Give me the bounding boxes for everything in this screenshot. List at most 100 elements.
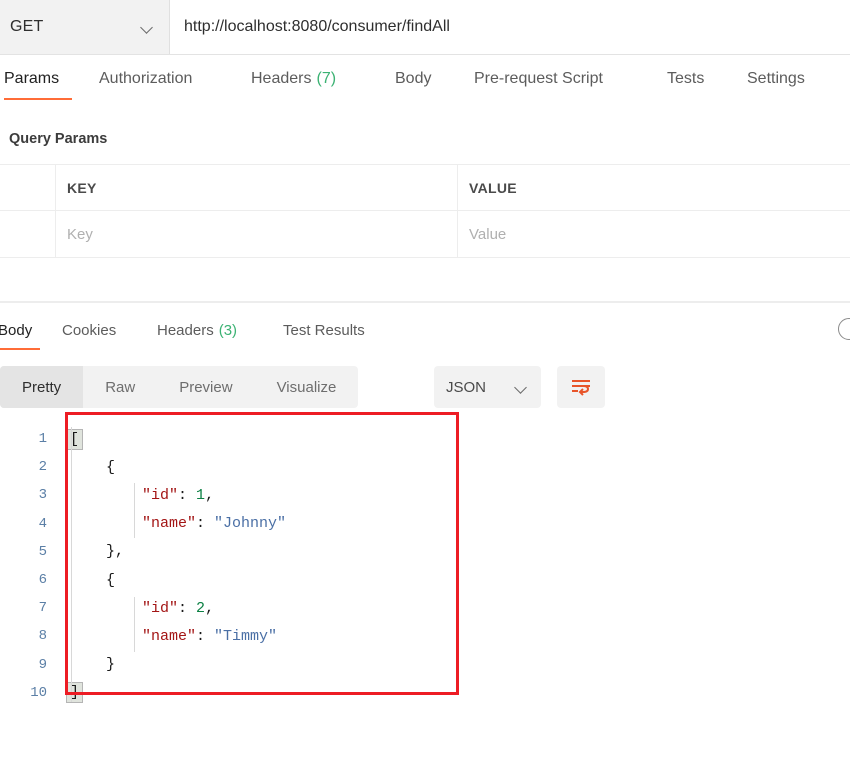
code-line-row: 7 "id": 2, — [0, 594, 850, 622]
wrap-text-icon — [572, 380, 590, 396]
fold-rail — [134, 597, 135, 652]
request-tab-pre-request-script[interactable]: Pre-request Script — [474, 55, 631, 103]
code-line-content: } — [52, 656, 115, 673]
response-tab-bar: Body Cookies Headers (3) Test Results — [0, 310, 850, 354]
chevron-down-icon — [515, 383, 529, 392]
code-line-content: "name": "Timmy" — [52, 628, 277, 645]
token-key: "id" — [70, 486, 179, 504]
code-line-content: "name": "Johnny" — [52, 515, 286, 532]
token-pun: : — [196, 515, 215, 533]
tab-label: Pre-request Script — [474, 70, 603, 87]
code-line-content: { — [52, 572, 115, 589]
token-str: "Johnny" — [214, 515, 287, 533]
code-line-content: [ — [52, 428, 84, 450]
request-tab-params[interactable]: Params — [4, 55, 72, 103]
request-tab-bar: Params Authorization Headers (7) Body Pre-req… — [0, 55, 850, 103]
request-tab-authorization[interactable]: Authorization — [99, 55, 224, 103]
request-tab-settings[interactable]: Settings — [747, 55, 821, 103]
tab-label: Cookies — [62, 321, 117, 339]
code-line-row: 1[ — [0, 425, 850, 453]
header-cell-key: KEY — [56, 165, 458, 210]
request-tab-body[interactable]: Body — [395, 55, 439, 103]
token-pun: , — [205, 486, 215, 504]
token-pun: : — [196, 627, 215, 645]
response-body-viewer[interactable]: 1[2 {3 "id": 1, 4 "name": "Johnny" 5 }, 6 {… — [0, 425, 850, 715]
token-pun: { — [70, 571, 116, 589]
line-number: 7 — [38, 600, 47, 617]
http-method-label: GET — [10, 18, 44, 35]
tab-label: Authorization — [99, 70, 193, 87]
token-pun: { — [70, 458, 116, 476]
response-tab-headers[interactable]: Headers (3) — [157, 310, 257, 350]
token-pun: [ — [65, 428, 84, 450]
format-tab-pretty[interactable]: Pretty — [0, 366, 84, 408]
param-value-input[interactable]: Value — [458, 211, 850, 257]
format-tab-raw[interactable]: Raw — [83, 366, 157, 408]
fold-rail — [71, 427, 72, 702]
param-key-input[interactable]: Key — [56, 211, 458, 257]
token-pun: : — [178, 486, 197, 504]
format-tab-preview[interactable]: Preview — [157, 366, 254, 408]
token-pun: }, — [70, 543, 125, 561]
row-checkbox-cell[interactable] — [0, 211, 56, 257]
code-line-row: 10] — [0, 679, 850, 707]
tab-label: Tests — [667, 70, 705, 87]
code-line-row: 5 }, — [0, 538, 850, 566]
code-line-content: ] — [52, 682, 84, 704]
tab-label: Settings — [747, 70, 805, 87]
token-pun: } — [70, 656, 116, 674]
line-number: 1 — [38, 431, 47, 448]
line-number: 9 — [38, 656, 47, 673]
line-number: 10 — [30, 684, 47, 701]
table-row: Key Value — [0, 211, 850, 258]
fold-rail — [134, 483, 135, 538]
code-line-row: 2 { — [0, 453, 850, 481]
code-line-row: 8 "name": "Timmy" — [0, 622, 850, 650]
language-label: JSON — [446, 378, 487, 396]
format-tab-visualize[interactable]: Visualize — [255, 366, 359, 408]
tab-label: Test Results — [283, 321, 365, 339]
line-number: 3 — [38, 487, 47, 504]
line-number: 8 — [38, 628, 47, 645]
format-tab-group: Pretty Raw Preview Visualize — [0, 366, 359, 408]
code-line-row: 6 { — [0, 566, 850, 594]
header-cell-value: VALUE — [469, 179, 517, 196]
tab-label: Params — [4, 70, 60, 87]
token-str: "Timmy" — [214, 627, 278, 645]
tab-label: Body — [0, 321, 33, 339]
line-number: 4 — [38, 515, 47, 532]
code-line-row: 3 "id": 1, — [0, 481, 850, 509]
token-key: "id" — [70, 599, 179, 617]
url-input[interactable]: http://localhost:8080/consumer/findAll — [170, 0, 850, 54]
code-line-content: { — [52, 459, 115, 476]
request-tab-tests[interactable]: Tests — [667, 55, 712, 103]
line-number: 2 — [38, 459, 47, 476]
query-params-title: Query Params — [9, 131, 108, 147]
response-tab-test-results[interactable]: Test Results — [283, 310, 387, 350]
select-all-cell[interactable] — [0, 165, 56, 210]
line-number: 6 — [38, 572, 47, 589]
code-line-row: 4 "name": "Johnny" — [0, 510, 850, 538]
response-tab-body[interactable]: Body — [0, 310, 40, 350]
code-line-row: 9 } — [0, 651, 850, 679]
token-pun: ] — [65, 682, 84, 704]
table-header-row: KEY VALUE — [0, 164, 850, 211]
tab-label: Body — [395, 70, 432, 87]
response-tab-cookies[interactable]: Cookies — [62, 310, 135, 350]
token-num: 1 — [196, 486, 206, 504]
tab-count-badge: (3) — [218, 321, 238, 339]
line-number: 5 — [38, 543, 47, 560]
token-pun: : — [178, 599, 197, 617]
code-line-content: }, — [52, 543, 124, 560]
tab-label: Headers — [251, 70, 312, 87]
tab-count-badge: (7) — [316, 70, 337, 87]
language-selector[interactable]: JSON — [434, 366, 541, 408]
http-method-selector[interactable]: GET — [0, 0, 170, 54]
token-pun: , — [205, 599, 215, 617]
chevron-down-icon — [141, 23, 155, 32]
section-divider — [0, 301, 850, 303]
request-url-bar: GET http://localhost:8080/consumer/findA… — [0, 0, 850, 55]
token-num: 2 — [196, 599, 206, 617]
wrap-text-button[interactable] — [557, 366, 605, 408]
request-tab-headers[interactable]: Headers (7) — [251, 55, 354, 103]
